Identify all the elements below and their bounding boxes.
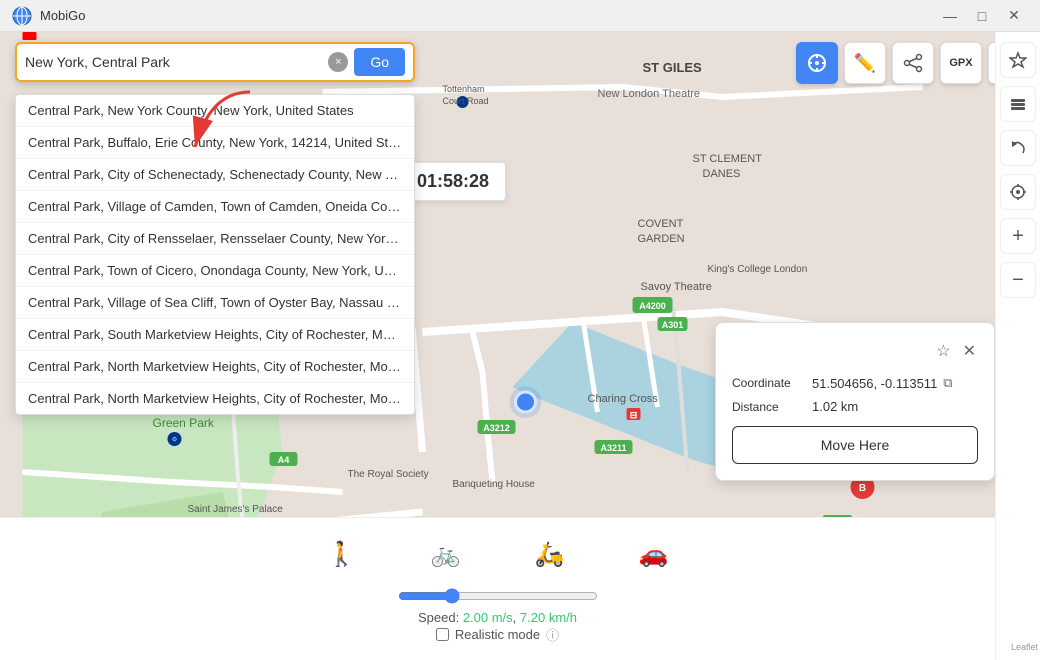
svg-text:A3211: A3211 — [600, 443, 626, 453]
distance-label: Distance — [732, 400, 812, 414]
gpx-button[interactable]: GPX — [940, 42, 982, 84]
distance-value: 1.02 km — [812, 399, 858, 414]
timer-display: 01:58:28 — [400, 162, 506, 201]
scooter-mode-button[interactable]: 🛵 — [528, 532, 572, 576]
svg-text:Green Park: Green Park — [153, 416, 215, 430]
maximize-button[interactable]: □ — [968, 5, 996, 27]
layers-sidebar-button[interactable] — [1000, 86, 1036, 122]
share-icon — [903, 53, 923, 73]
titlebar: MobiGo — □ ✕ — [0, 0, 1040, 32]
dropdown-item[interactable]: Central Park, City of Rensselaer, Rensse… — [16, 223, 414, 255]
svg-text:B: B — [859, 483, 866, 494]
walk-mode-button[interactable]: 🚶 — [320, 532, 364, 576]
search-input[interactable] — [25, 54, 328, 70]
right-sidebar: + − Leaflet — [995, 32, 1040, 660]
main-container: A4200 A301 A3212 A3211 A3200 A301 A302 A… — [0, 32, 1040, 660]
transport-panel: 🚶 🚲 🛵 🚗 Speed: 2.00 m/s, 7.20 km/h Reali… — [0, 517, 995, 660]
search-clear-button[interactable]: × — [328, 52, 348, 72]
bike-mode-button[interactable]: 🚲 — [424, 532, 468, 576]
car-mode-button[interactable]: 🚗 — [632, 532, 676, 576]
speed-row — [298, 588, 698, 604]
speed-ms-value: 2.00 m/s — [463, 610, 513, 625]
dropdown-item[interactable]: Central Park, Village of Camden, Town of… — [16, 191, 414, 223]
info-icon[interactable]: ⓘ — [546, 625, 559, 644]
locate-icon — [1009, 183, 1027, 201]
distance-row: Distance 1.02 km — [732, 399, 978, 414]
speed-kph-value: 7.20 km/h — [520, 610, 577, 625]
dropdown-item[interactable]: Central Park, Town of Cicero, Onondaga C… — [16, 255, 414, 287]
coordinate-label: Coordinate — [732, 376, 812, 390]
svg-text:Savoy Theatre: Savoy Theatre — [641, 281, 712, 293]
window-controls: — □ ✕ — [936, 5, 1028, 27]
speed-label: Speed: 2.00 m/s, 7.20 km/h — [418, 610, 577, 625]
svg-text:DANES: DANES — [703, 168, 741, 180]
svg-text:Saint James's Palace: Saint James's Palace — [188, 504, 284, 515]
zoom-in-button[interactable]: + — [1000, 218, 1036, 254]
svg-text:New London Theatre: New London Theatre — [598, 88, 701, 100]
svg-text:A301: A301 — [662, 320, 684, 330]
svg-text:⊟: ⊟ — [630, 410, 638, 420]
realistic-mode-label: Realistic mode — [455, 627, 540, 642]
coordinate-row: Coordinate 51.504656, -0.113511 ⧉ — [732, 375, 978, 391]
svg-text:A4: A4 — [278, 455, 290, 465]
share-button[interactable] — [892, 42, 934, 84]
locate-sidebar-button[interactable] — [1000, 174, 1036, 210]
svg-text:A3212: A3212 — [483, 423, 510, 433]
app-title: MobiGo — [40, 8, 936, 23]
dropdown-item[interactable]: Central Park, South Marketview Heights, … — [16, 319, 414, 351]
transport-modes: 🚶 🚲 🛵 🚗 — [320, 532, 676, 576]
minimize-button[interactable]: — — [936, 5, 964, 27]
copy-coordinate-button[interactable]: ⧉ — [943, 375, 952, 391]
svg-text:Tottenham: Tottenham — [443, 84, 485, 94]
svg-text:King's College London: King's College London — [708, 264, 808, 275]
leaflet-label: Leaflet — [1011, 642, 1038, 652]
crosshair-icon — [806, 52, 828, 74]
realistic-mode-row: Realistic mode ⓘ — [436, 625, 559, 644]
popup-header: ☆ ✕ — [732, 339, 978, 363]
coordinate-value: 51.504656, -0.113511 ⧉ — [812, 375, 953, 391]
search-dropdown: Central Park, New York County, New York,… — [15, 94, 415, 415]
dropdown-item[interactable]: Central Park, North Marketview Heights, … — [16, 351, 414, 383]
popup-star-button[interactable]: ☆ — [934, 339, 952, 363]
svg-text:The Royal Society: The Royal Society — [348, 469, 429, 480]
svg-text:⊝: ⊝ — [172, 437, 177, 443]
dropdown-item[interactable]: Central Park, Village of Sea Cliff, Town… — [16, 287, 414, 319]
crosshair-button[interactable] — [796, 42, 838, 84]
layers-icon — [1009, 95, 1027, 113]
search-container: × Go Central Park, New York County, New … — [15, 42, 415, 82]
zoom-out-button[interactable]: − — [1000, 262, 1036, 298]
coordinate-popup: ☆ ✕ Coordinate 51.504656, -0.113511 ⧉ Di… — [715, 322, 995, 481]
speed-slider[interactable] — [398, 588, 598, 604]
undo-sidebar-button[interactable] — [1000, 130, 1036, 166]
svg-text:A4200: A4200 — [639, 301, 666, 311]
svg-text:Charing Cross: Charing Cross — [588, 393, 659, 405]
svg-text:ST CLEMENT: ST CLEMENT — [693, 153, 763, 165]
star-icon — [1009, 51, 1027, 69]
undo-icon — [1009, 139, 1027, 157]
close-button[interactable]: ✕ — [1000, 5, 1028, 27]
dropdown-item[interactable]: Central Park, New York County, New York,… — [16, 95, 414, 127]
realistic-mode-checkbox[interactable] — [436, 628, 449, 641]
svg-text:COVENT: COVENT — [638, 218, 684, 230]
move-here-button[interactable]: Move Here — [732, 426, 978, 464]
svg-text:Court Road: Court Road — [443, 96, 489, 106]
popup-close-button[interactable]: ✕ — [961, 339, 978, 363]
dropdown-item[interactable]: Central Park, North Marketview Heights, … — [16, 383, 414, 414]
dropdown-item[interactable]: Central Park, City of Schenectady, Schen… — [16, 159, 414, 191]
search-go-button[interactable]: Go — [354, 48, 405, 76]
svg-text:ST GILES: ST GILES — [643, 60, 703, 75]
app-logo — [12, 6, 32, 26]
dropdown-item[interactable]: Central Park, Buffalo, Erie County, New … — [16, 127, 414, 159]
search-bar: × Go — [15, 42, 415, 82]
svg-text:Banqueting House: Banqueting House — [453, 479, 536, 490]
pen-icon: ✏️ — [854, 53, 876, 74]
svg-text:GARDEN: GARDEN — [638, 233, 685, 245]
pen-button[interactable]: ✏️ — [844, 42, 886, 84]
star-sidebar-button[interactable] — [1000, 42, 1036, 78]
